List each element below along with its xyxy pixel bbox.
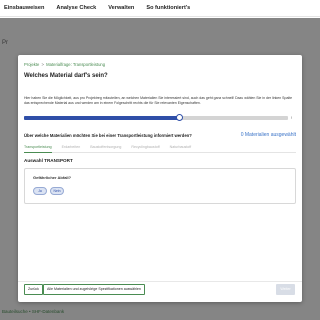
material-tabs: Transportleistung Erdarbeiten Baustoffen… [24, 143, 296, 153]
nav-item-analyse-check[interactable]: Analyse Check [56, 5, 96, 11]
tab-baustoffentsorgung[interactable]: Baustoffentsorgung [90, 143, 121, 152]
transport-options-card: Gefährlicher Abfall? Ja Nein [24, 168, 296, 204]
progress-bar-fill [24, 116, 180, 120]
selected-materials-link[interactable]: 0 Materialien ausgewählt [241, 132, 296, 138]
progress-handle [176, 114, 184, 121]
footer-divider [18, 281, 302, 282]
hazardous-waste-label: Gefährlicher Abfall? [33, 175, 72, 180]
nav-item-verwalten[interactable]: Verwalten [108, 5, 134, 11]
progress-bar [24, 114, 288, 121]
top-navigation: Einsbauweisen Analyse Check Verwalten So… [0, 0, 320, 17]
nav-item-einsbauweisen[interactable]: Einsbauweisen [4, 5, 44, 11]
dialog-title: Welches Material darf's sein? [24, 73, 108, 79]
option-nein-button[interactable]: Nein [50, 187, 64, 195]
section-title: Auswahl TRANSPORT [24, 158, 73, 163]
breadcrumb: Projekte > Materialfrage: Transportleist… [24, 62, 105, 67]
nav-item-so-funktionierts[interactable]: So funktioniert's [146, 5, 190, 11]
breadcrumb-separator: > [41, 62, 44, 67]
intro-text: Hier haben Sie die Möglichkeit, aus pro … [24, 96, 293, 105]
tab-transportleistung[interactable]: Transportleistung [24, 143, 52, 153]
tab-naturbaustoff[interactable]: Naturbaustoff [170, 143, 192, 152]
back-button[interactable]: Zurück [24, 284, 43, 295]
material-question: Über welche Materialien möchten Sie bei … [24, 133, 192, 138]
progress-end-marker: ! [291, 115, 293, 120]
select-all-button[interactable]: Alle Materialien und zugehörige Spezifik… [43, 284, 145, 295]
next-button[interactable]: Weiter [276, 284, 295, 295]
breadcrumb-current: Materialfrage: Transportleistung [46, 62, 106, 67]
breadcrumb-root[interactable]: Projekte [24, 62, 39, 67]
material-dialog: Projekte > Materialfrage: Transportleist… [18, 55, 302, 302]
tab-recyclingbaustoff[interactable]: Recyclingbaustoff [131, 143, 159, 152]
option-ja-button[interactable]: Ja [33, 187, 47, 195]
tab-erdarbeiten[interactable]: Erdarbeiten [62, 143, 81, 152]
